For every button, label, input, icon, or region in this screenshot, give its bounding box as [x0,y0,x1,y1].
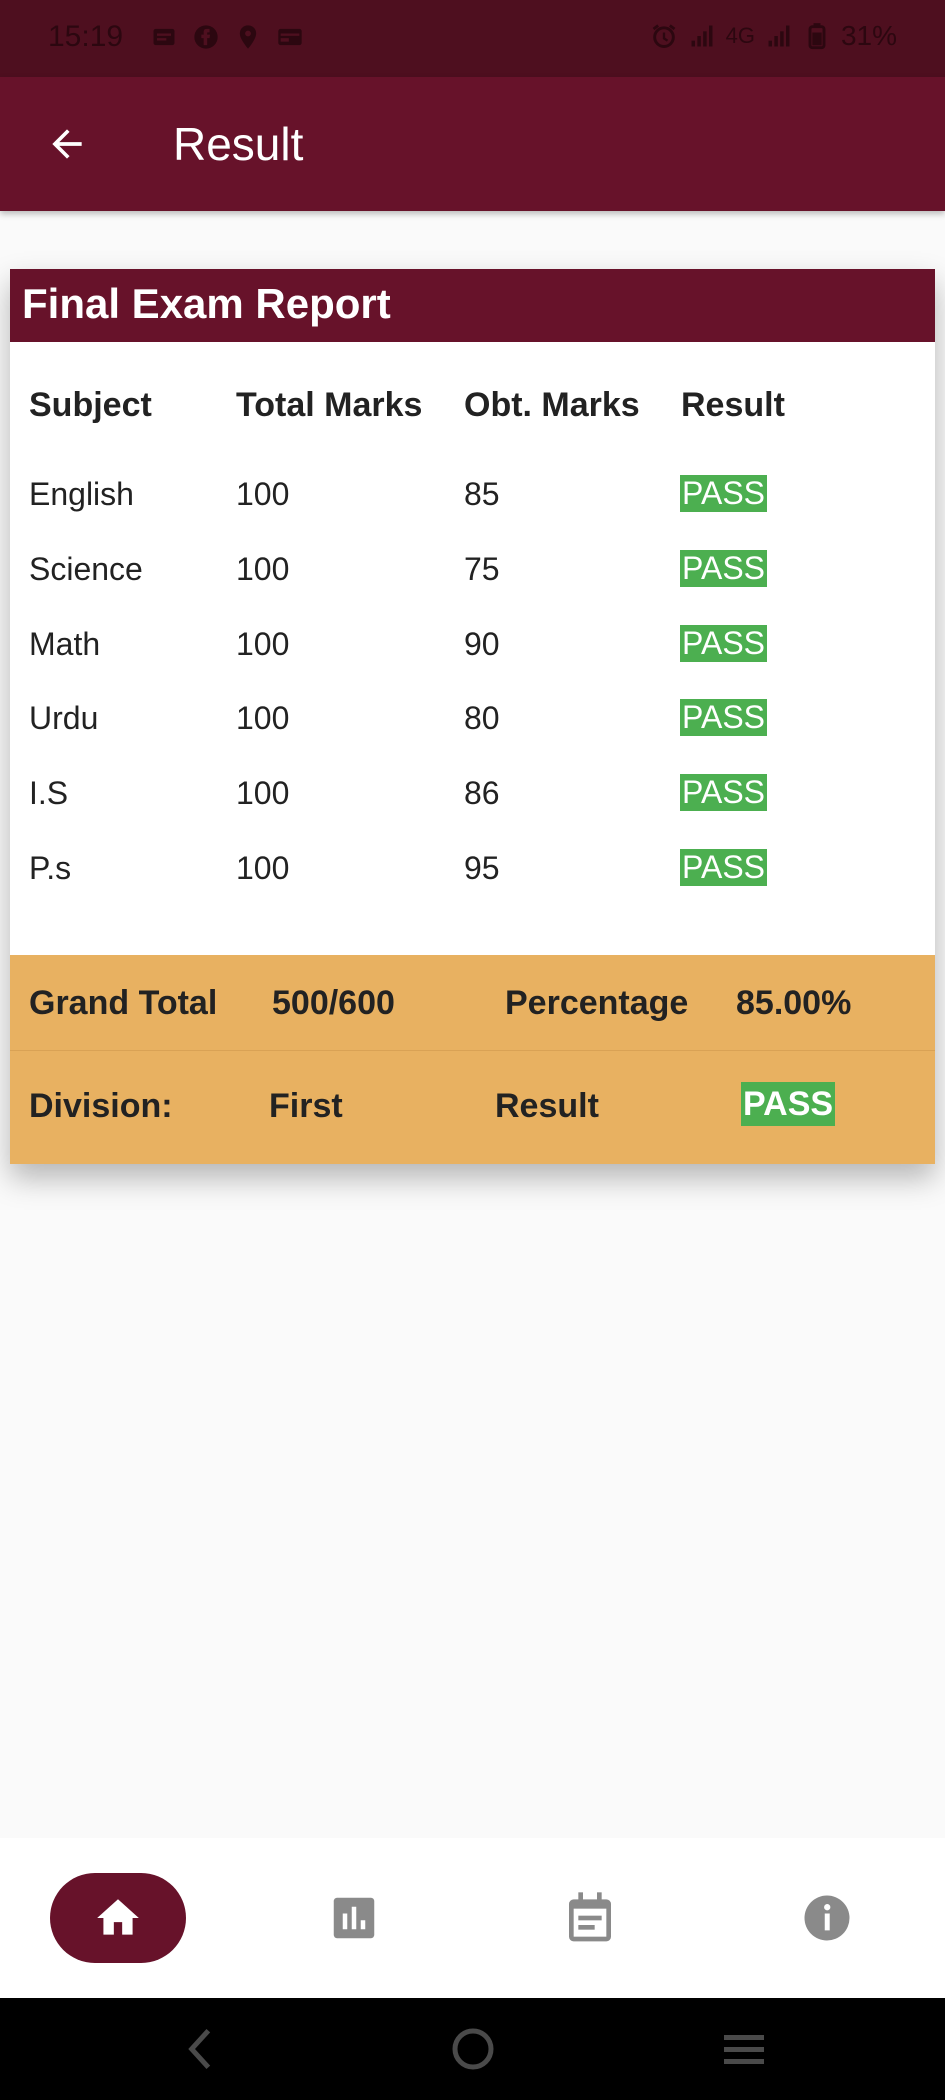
total-marks-cell: 100 [236,476,290,512]
bottom-navigation [0,1838,945,1998]
signal-icon [691,25,713,47]
obtained-marks-cell: 80 [464,700,500,736]
circle-home-icon [452,2028,494,2070]
status-right: 4G 31% [650,20,897,52]
facebook-icon [194,25,218,49]
card-icon [278,28,302,46]
subject-cell: I.S [29,775,69,811]
result-badge: PASS [680,774,767,811]
system-home-button[interactable] [443,2021,503,2077]
system-menu-button[interactable] [714,2021,774,2077]
home-icon [97,1899,139,1935]
battery-level: 31% [840,20,897,51]
subject-cell: Urdu [29,700,99,736]
report-header: Final Exam Report [10,269,935,342]
app-bar: Result [0,77,945,211]
calendar-icon [569,1892,611,1942]
result-badge: PASS [680,625,767,662]
status-time: 15:19 [48,20,124,53]
system-navigation-bar [0,1998,945,2100]
total-marks-cell: 100 [236,850,290,886]
report-card: Final Exam Report Subject Total Marks Ob… [10,269,935,1164]
report-title: Final Exam Report [22,280,391,327]
bar-chart-icon [333,1897,375,1939]
network-type: 4G [725,23,755,48]
final-result-badge: PASS [741,1082,836,1126]
column-header-total-marks: Total Marks [236,386,423,424]
result-badge: PASS [680,699,767,736]
arrow-left-icon [52,129,82,159]
alarm-icon [652,24,675,48]
total-marks-cell: 100 [236,775,290,811]
nav-stats[interactable] [304,1873,404,1963]
back-button[interactable] [36,113,98,175]
system-back-button[interactable] [170,2021,230,2077]
page-title: Result [173,118,304,170]
subject-cell: P.s [29,850,72,886]
menu-icon [724,2035,764,2064]
subject-cell: Math [29,626,101,662]
result-label: Result [495,1087,599,1125]
status-bar: 15:19 4G 31% [0,0,945,77]
notification-icons [150,22,304,52]
battery-icon [808,23,826,50]
info-icon [804,1895,850,1941]
total-marks-cell: 100 [236,551,290,587]
summary-divider [10,1050,935,1051]
nav-info[interactable] [777,1873,877,1963]
obtained-marks-cell: 86 [464,775,500,811]
subject-cell: Science [29,551,143,587]
column-header-subject: Subject [29,386,152,424]
result-badge: PASS [680,550,767,587]
subject-cell: English [29,476,134,512]
grand-total-label: Grand Total [29,984,218,1022]
nav-calendar[interactable] [540,1873,640,1963]
column-header-obt-marks: Obt. Marks [464,386,640,424]
percentage-label: Percentage [505,984,689,1022]
signal-icon-2 [768,25,790,47]
result-badge: PASS [680,849,767,886]
message-icon [153,28,175,46]
obtained-marks-cell: 90 [464,626,500,662]
obtained-marks-cell: 85 [464,476,500,512]
grand-total-value: 500/600 [272,984,395,1022]
result-badge: PASS [680,475,767,512]
chevron-left-icon [188,2028,211,2070]
percentage-value: 85.00% [736,984,852,1022]
total-marks-cell: 100 [236,700,290,736]
location-icon [239,25,257,49]
division-value: First [269,1087,343,1125]
nav-home[interactable] [50,1873,186,1963]
obtained-marks-cell: 75 [464,551,500,587]
column-header-result: Result [681,386,785,424]
obtained-marks-cell: 95 [464,850,500,886]
summary-panel: Grand Total 500/600 Percentage 85.00% Di… [10,955,935,1164]
total-marks-cell: 100 [236,626,290,662]
division-label: Division: [29,1087,173,1125]
